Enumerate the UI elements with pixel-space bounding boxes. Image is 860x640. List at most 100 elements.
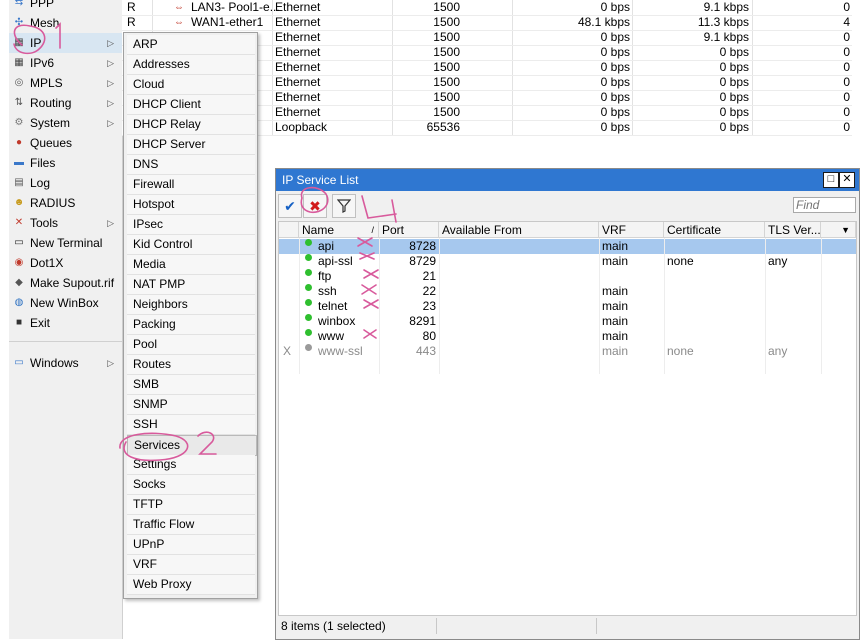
menu-item-radius[interactable]: ☻ RADIUS (9, 193, 122, 213)
service-row-telnet[interactable]: telnet 23 main (279, 299, 856, 314)
service-row-ssh[interactable]: ssh 22 main (279, 284, 856, 299)
service-port-cell: 8291 (409, 314, 436, 328)
ip-menu-item-traffic-flow[interactable]: Traffic Flow (127, 515, 255, 535)
menu-item-ip[interactable]: ▦ IP ▷ (9, 33, 122, 53)
submenu-arrow-icon: ▷ (107, 118, 114, 128)
menu-item-ppp[interactable]: ⇆ PPP (9, 0, 122, 13)
ip-menu-item-label: Settings (133, 457, 177, 471)
menu-item-mpls[interactable]: ◎ MPLS ▷ (9, 73, 122, 93)
ip-menu-item-nat-pmp[interactable]: NAT PMP (127, 275, 255, 295)
ip-menu-item-dhcp-server[interactable]: DHCP Server (127, 135, 255, 155)
ip-menu-item-dhcp-relay[interactable]: DHCP Relay (127, 115, 255, 135)
ip-menu-item-ipsec[interactable]: IPsec (127, 215, 255, 235)
col-port-header[interactable]: Port (379, 222, 439, 238)
col-name-header[interactable]: Name / (299, 222, 379, 238)
ip-menu-item-packing[interactable]: Packing (127, 315, 255, 335)
menu-item-make-supout-rif[interactable]: ◆ Make Supout.rif (9, 273, 122, 293)
interface-type-cell: Loopback (275, 120, 328, 134)
menu-item-exit[interactable]: ■ Exit (9, 313, 122, 333)
restore-icon[interactable]: □ (823, 172, 839, 188)
ip-menu-item-web-proxy[interactable]: Web Proxy (127, 575, 255, 595)
interface-type-cell: Ethernet (275, 105, 321, 119)
service-row-ftp[interactable]: ftp 21 (279, 269, 856, 284)
service-name-cell: telnet (318, 299, 348, 313)
ip-menu-item-services[interactable]: Services (127, 435, 257, 456)
ip-menu-item-dhcp-client[interactable]: DHCP Client (127, 95, 255, 115)
disable-button[interactable]: ✖ (303, 194, 327, 218)
col-tls-header[interactable]: TLS Ver... (765, 222, 821, 238)
ip-menu-item-firewall[interactable]: Firewall (127, 175, 255, 195)
col-available-from-header[interactable]: Available From (439, 222, 599, 238)
mesh-icon: ✣ (14, 17, 24, 28)
find-input[interactable] (793, 197, 856, 213)
col-available-label: Available From (442, 223, 522, 237)
interface-tx-cell: 0 bps (600, 30, 630, 44)
status-bar: 8 items (1 selected) (278, 616, 855, 636)
enable-button[interactable]: ✔ (278, 194, 302, 218)
window-titlebar[interactable]: IP Service List □ ✕ (276, 169, 859, 191)
ip-menu-item-arp[interactable]: ARP (127, 35, 255, 55)
enabled-status-icon (305, 239, 312, 246)
ip-menu-item-settings[interactable]: Settings (127, 455, 255, 475)
menu-item-system[interactable]: ⚙ System ▷ (9, 113, 122, 133)
col-certificate-header[interactable]: Certificate (664, 222, 765, 238)
interface-type-cell: Ethernet (275, 0, 321, 14)
ip-menu-item-neighbors[interactable]: Neighbors (127, 295, 255, 315)
ip-menu-item-ssh[interactable]: SSH (127, 415, 255, 435)
service-port-cell: 8728 (409, 239, 436, 253)
status-divider (436, 618, 437, 634)
enabled-status-icon (305, 284, 312, 291)
ip-menu-item-routes[interactable]: Routes (127, 355, 255, 375)
dot1x-icon: ◉ (14, 257, 24, 268)
menu-item-tools[interactable]: ✕ Tools ▷ (9, 213, 122, 233)
menu-item-queues[interactable]: ● Queues (9, 133, 122, 153)
interface-tx-cell: 48.1 kbps (577, 15, 630, 29)
interface-row[interactable]: R LAN3- Pool1-e... Ethernet 1500 0 bps 9.1 kb… (122, 0, 852, 16)
col-tls-label: TLS Ver... (768, 223, 821, 237)
ip-menu-item-dns[interactable]: DNS (127, 155, 255, 175)
col-vrf-header[interactable]: VRF (599, 222, 664, 238)
ip-menu-item-media[interactable]: Media (127, 255, 255, 275)
service-row-api-ssl[interactable]: api-ssl 8729 main none any (279, 254, 856, 269)
menu-item-files[interactable]: ▬ Files (9, 153, 122, 173)
menu-item-new-winbox[interactable]: ◍ New WinBox (9, 293, 122, 313)
service-port-cell: 23 (422, 299, 436, 313)
filter-button[interactable] (332, 194, 356, 218)
ip-menu-item-snmp[interactable]: SNMP (127, 395, 255, 415)
service-grid: Name / Port Available From VRF Certifica… (278, 221, 857, 616)
service-row-www[interactable]: www 80 main (279, 329, 856, 344)
menu-item-mesh[interactable]: ✣ Mesh (9, 13, 122, 33)
col-vrf-label: VRF (602, 223, 626, 237)
column-chooser-button[interactable]: ▼ (821, 222, 856, 238)
close-icon[interactable]: ✕ (839, 172, 855, 188)
service-vrf-cell: main (602, 254, 629, 268)
ip-menu-item-vrf[interactable]: VRF (127, 555, 255, 575)
ip-menu-item-hotspot[interactable]: Hotspot (127, 195, 255, 215)
supout-icon: ◆ (15, 277, 23, 288)
service-row-api[interactable]: api 8728 main (279, 239, 856, 254)
ip-menu-item-label: DHCP Relay (133, 117, 201, 131)
ip-menu-item-cloud[interactable]: Cloud (127, 75, 255, 95)
menu-item-ipv6[interactable]: ▦ IPv6 ▷ (9, 53, 122, 73)
ip-menu-item-tftp[interactable]: TFTP (127, 495, 255, 515)
gear-icon: ⚙ (14, 117, 24, 128)
service-row-winbox[interactable]: winbox 8291 main (279, 314, 856, 329)
menu-item-dot1x[interactable]: ◉ Dot1X (9, 253, 122, 273)
ip-menu-item-kid-control[interactable]: Kid Control (127, 235, 255, 255)
ip-menu-item-addresses[interactable]: Addresses (127, 55, 255, 75)
ip-menu-item-upnp[interactable]: UPnP (127, 535, 255, 555)
interface-tx-cell: 0 bps (600, 75, 630, 89)
ip-menu-item-pool[interactable]: Pool (127, 335, 255, 355)
ip-menu-item-socks[interactable]: Socks (127, 475, 255, 495)
interface-rx-cell: 0 bps (719, 45, 749, 59)
interface-row[interactable]: R WAN1-ether1 Ethernet 1500 48.1 kbps 11.3 kb… (122, 15, 852, 31)
interface-tx-cell: 0 bps (600, 45, 630, 59)
menu-item-windows[interactable]: ▭ Windows ▷ (9, 353, 122, 373)
menu-item-log[interactable]: ▤ Log (9, 173, 122, 193)
interface-last-cell: 0 (843, 90, 850, 104)
menu-item-routing[interactable]: ⇅ Routing ▷ (9, 93, 122, 113)
col-flag-header[interactable] (279, 222, 299, 238)
menu-item-new-terminal[interactable]: ▭ New Terminal (9, 233, 122, 253)
ip-menu-item-smb[interactable]: SMB (127, 375, 255, 395)
service-row-www-ssl[interactable]: Xwww-ssl 443 main none any (279, 344, 856, 359)
